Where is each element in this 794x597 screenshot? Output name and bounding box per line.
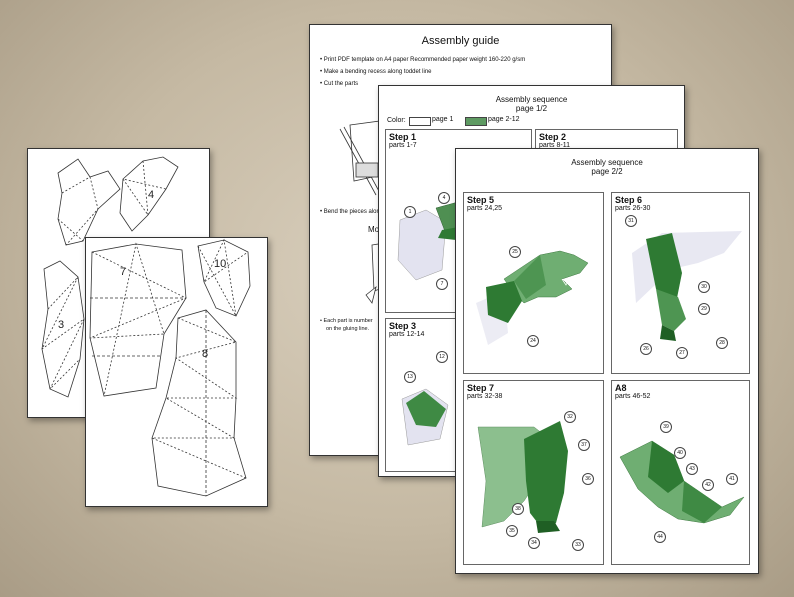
part-number-3: 3 — [58, 319, 65, 331]
step-5-callout-24: 24 — [527, 335, 539, 347]
guide-footnote-1: • Each part is number — [320, 318, 373, 324]
step-1-callout-7: 7 — [436, 278, 448, 290]
step-2-title: Step 2 — [539, 132, 567, 142]
step-3-callout-13: 13 — [404, 371, 416, 383]
step-7-callout-34: 34 — [528, 537, 540, 549]
step-1-callout-4: 4 — [438, 192, 450, 204]
step-6-callout-28: 28 — [716, 337, 728, 349]
seq1-title: Assembly sequence — [495, 95, 568, 104]
step-a8-callout-42: 42 — [702, 479, 714, 491]
step-6-box: Step 6 parts 26-30 31 30 29 26 27 28 — [611, 192, 750, 374]
step-7-callout-35: 35 — [506, 525, 518, 537]
legend-swatch-page1 — [409, 117, 431, 126]
template-b-drawing — [89, 238, 251, 497]
step-6-callout-31: 31 — [625, 215, 637, 227]
step-7-callout-38: 38 — [512, 503, 524, 515]
step-7-box: Step 7 parts 32-38 32 37 36 38 35 34 33 — [463, 380, 604, 565]
step-7-callout-36: 36 — [582, 473, 594, 485]
legend-swatch-page2 — [465, 117, 487, 126]
step-7-callout-37: 37 — [578, 439, 590, 451]
step-5-callout-25: 25 — [509, 246, 521, 258]
guide-bend-text: • Bend the pieces alon — [320, 209, 380, 215]
step-7-callout-33: 33 — [572, 539, 584, 551]
step-a8-callout-43: 43 — [686, 463, 698, 475]
seq1-subtitle: page 1/2 — [515, 104, 548, 113]
guide-footnote-2: on the gluing line. — [326, 326, 370, 332]
step-6-callout-29: 29 — [698, 303, 710, 315]
step-a8-illustration — [619, 440, 745, 524]
assembly-sequence-page-2: Assembly sequence page 2/2 Step 5 parts … — [455, 148, 759, 574]
step-3-callout-12: 12 — [436, 351, 448, 363]
legend-label-page1: page 1 — [432, 116, 454, 123]
guide-footnote-1-text: Each part is number — [323, 318, 373, 324]
step-6-callout-27: 27 — [676, 347, 688, 359]
guide-bend-text-value: Bend the pieces alon — [323, 209, 380, 215]
step-5-box: Step 5 parts 24,25 25 24 — [463, 192, 604, 374]
step-a8-callout-39: 39 — [660, 421, 672, 433]
step-7-callout-32: 32 — [564, 411, 576, 423]
part-number-10: 10 — [214, 258, 227, 270]
part-number-4: 4 — [148, 189, 155, 201]
legend-label-page2: page 2-12 — [488, 116, 520, 123]
step-a8-callout-40: 40 — [674, 447, 686, 459]
step-a8-box: A8 parts 46-52 39 40 43 42 41 44 — [611, 380, 750, 565]
color-label: Color: — [387, 117, 406, 124]
part-number-7: 7 — [120, 266, 127, 278]
step-1-callout-1: 1 — [404, 206, 416, 218]
step-a8-callout-41: 41 — [726, 473, 738, 485]
step-a8-callout-44: 44 — [654, 531, 666, 543]
seq2-subtitle: page 2/2 — [591, 167, 623, 176]
seq2-title: Assembly sequence — [571, 158, 643, 167]
template-sheet-b: 7 10 8 — [85, 237, 268, 507]
step-6-callout-26: 26 — [640, 343, 652, 355]
step-6-callout-30: 30 — [698, 281, 710, 293]
part-number-8: 8 — [202, 348, 209, 360]
